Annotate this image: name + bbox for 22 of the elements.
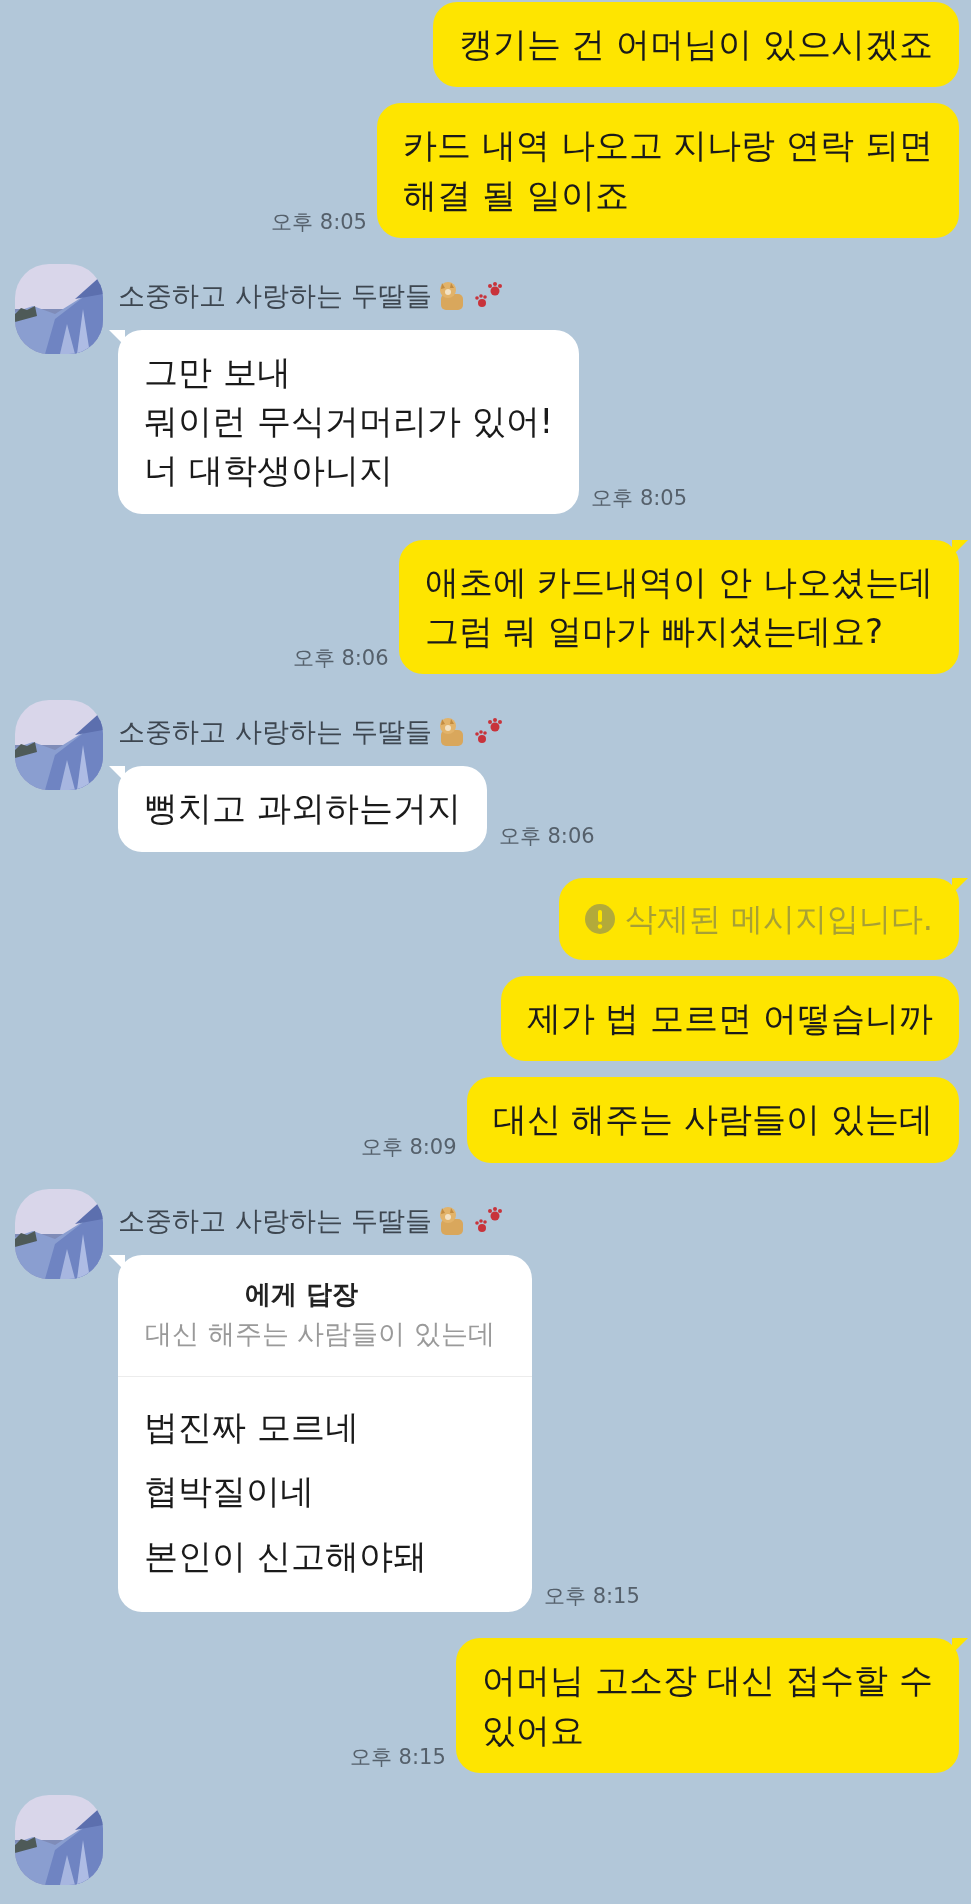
message-text: 법진짜 모르네 협박질이네 본인이 신고해야돼 [143,1405,428,1578]
sender-name: 소중하고 사랑하는 두딸들 [118,1203,433,1238]
sender-name: 소중하고 사랑하는 두딸들 [118,278,433,313]
paw-prints-icon [474,1206,505,1235]
message-time: 오후 8:05 [591,484,688,512]
message-time: 오후 8:05 [271,208,367,236]
message-time: 오후 8:15 [349,1744,446,1772]
warning-icon [584,903,615,934]
message-time: 오후 8:15 [544,1583,640,1611]
reply-label: 에게 답장 [244,1277,359,1311]
message-time: 오후 8:09 [360,1133,457,1161]
quoted-message: 대신 해주는 사람들이 있는데 [145,1316,495,1351]
sender-name: 소중하고 사랑하는 두딸들 [118,715,433,750]
message-bubble: 캥기는 건 어머님이 있으시겠죠 [432,2,959,88]
message-time: 오후 8:06 [292,645,389,673]
message-bubble: 제가 법 모르면 어떻습니까 [500,976,959,1062]
message-bubble: 카드 내역 나오고 지나랑 연락 되면 해결 될 일이죠 [376,103,959,238]
bubble-tail [952,539,968,556]
message-time: 오후 8:06 [498,822,595,850]
message-bubble: 대신 해주는 사람들이 있는데 [466,1077,959,1163]
paw-prints-icon [474,281,505,310]
deleted-message-text: 삭제된 메시지입니다. [624,898,933,940]
